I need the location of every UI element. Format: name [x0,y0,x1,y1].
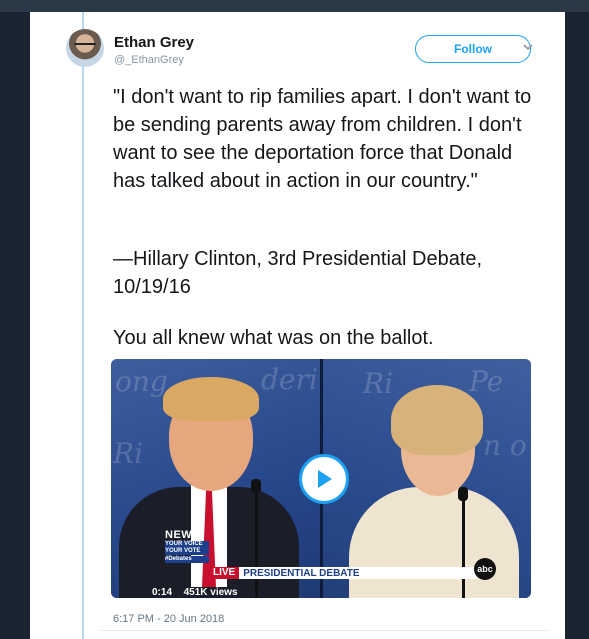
video-player[interactable]: ong deri Ri Pe Ri n o NEWS YOUR VOICE YO… [111,359,531,598]
backdrop-script-decoration: Ri [363,367,394,400]
network-logo-text: NEWS [165,529,200,541]
video-meta: 0:14 451K views [152,587,238,598]
network-hashtag: #Debates [165,556,209,563]
chevron-down-icon[interactable] [521,40,535,54]
browser-top-bar [0,0,589,12]
thread-line [82,12,84,639]
video-views: 451K views [183,587,238,598]
speaker-right-jacket [349,487,519,598]
play-button[interactable] [299,454,349,504]
microphone-stand [255,491,258,598]
microphone-stand [462,499,465,598]
play-icon [318,470,332,488]
backdrop-script-decoration: Pe [469,365,504,398]
divider [100,630,550,631]
author-handle[interactable]: @_EthanGrey [114,54,184,66]
backdrop-script-decoration: n o [483,429,527,462]
tweet-closing-text: You all knew what was on the ballot. [113,327,434,349]
speaker-left-hair [163,377,259,421]
tweet-card: Ethan Grey @_EthanGrey Follow "I don't w… [30,12,565,639]
tweet-attribution-text: —Hillary Clinton, 3rd Presidential Debat… [113,248,488,298]
backdrop-script-decoration: deri [261,363,318,396]
live-tag: LIVE [209,567,240,579]
network-sub-text: YOUR VOICE YOUR VOTE [165,541,209,555]
avatar-glasses-detail [74,43,96,50]
network-logo: NEWS YOUR VOICE YOUR VOTE #Debates [165,530,209,570]
banner-text: PRESIDENTIAL DEBATE [243,567,360,579]
speaker-right-hair [391,385,483,455]
lower-third-banner: LIVE PRESIDENTIAL DEBATE [209,567,477,579]
backdrop-script-decoration: ong [115,365,168,398]
avatar[interactable] [66,29,104,67]
tweet-timestamp[interactable]: 6:17 PM - 20 Jun 2018 [113,613,224,625]
backdrop-script-decoration: Ri [113,437,144,470]
video-duration: 0:14 [152,587,173,598]
tweet-quote-text: "I don't want to rip families apart. I d… [113,86,537,192]
author-name[interactable]: Ethan Grey [114,34,194,51]
channel-logo: abc [474,558,496,580]
follow-button[interactable]: Follow [415,35,531,63]
